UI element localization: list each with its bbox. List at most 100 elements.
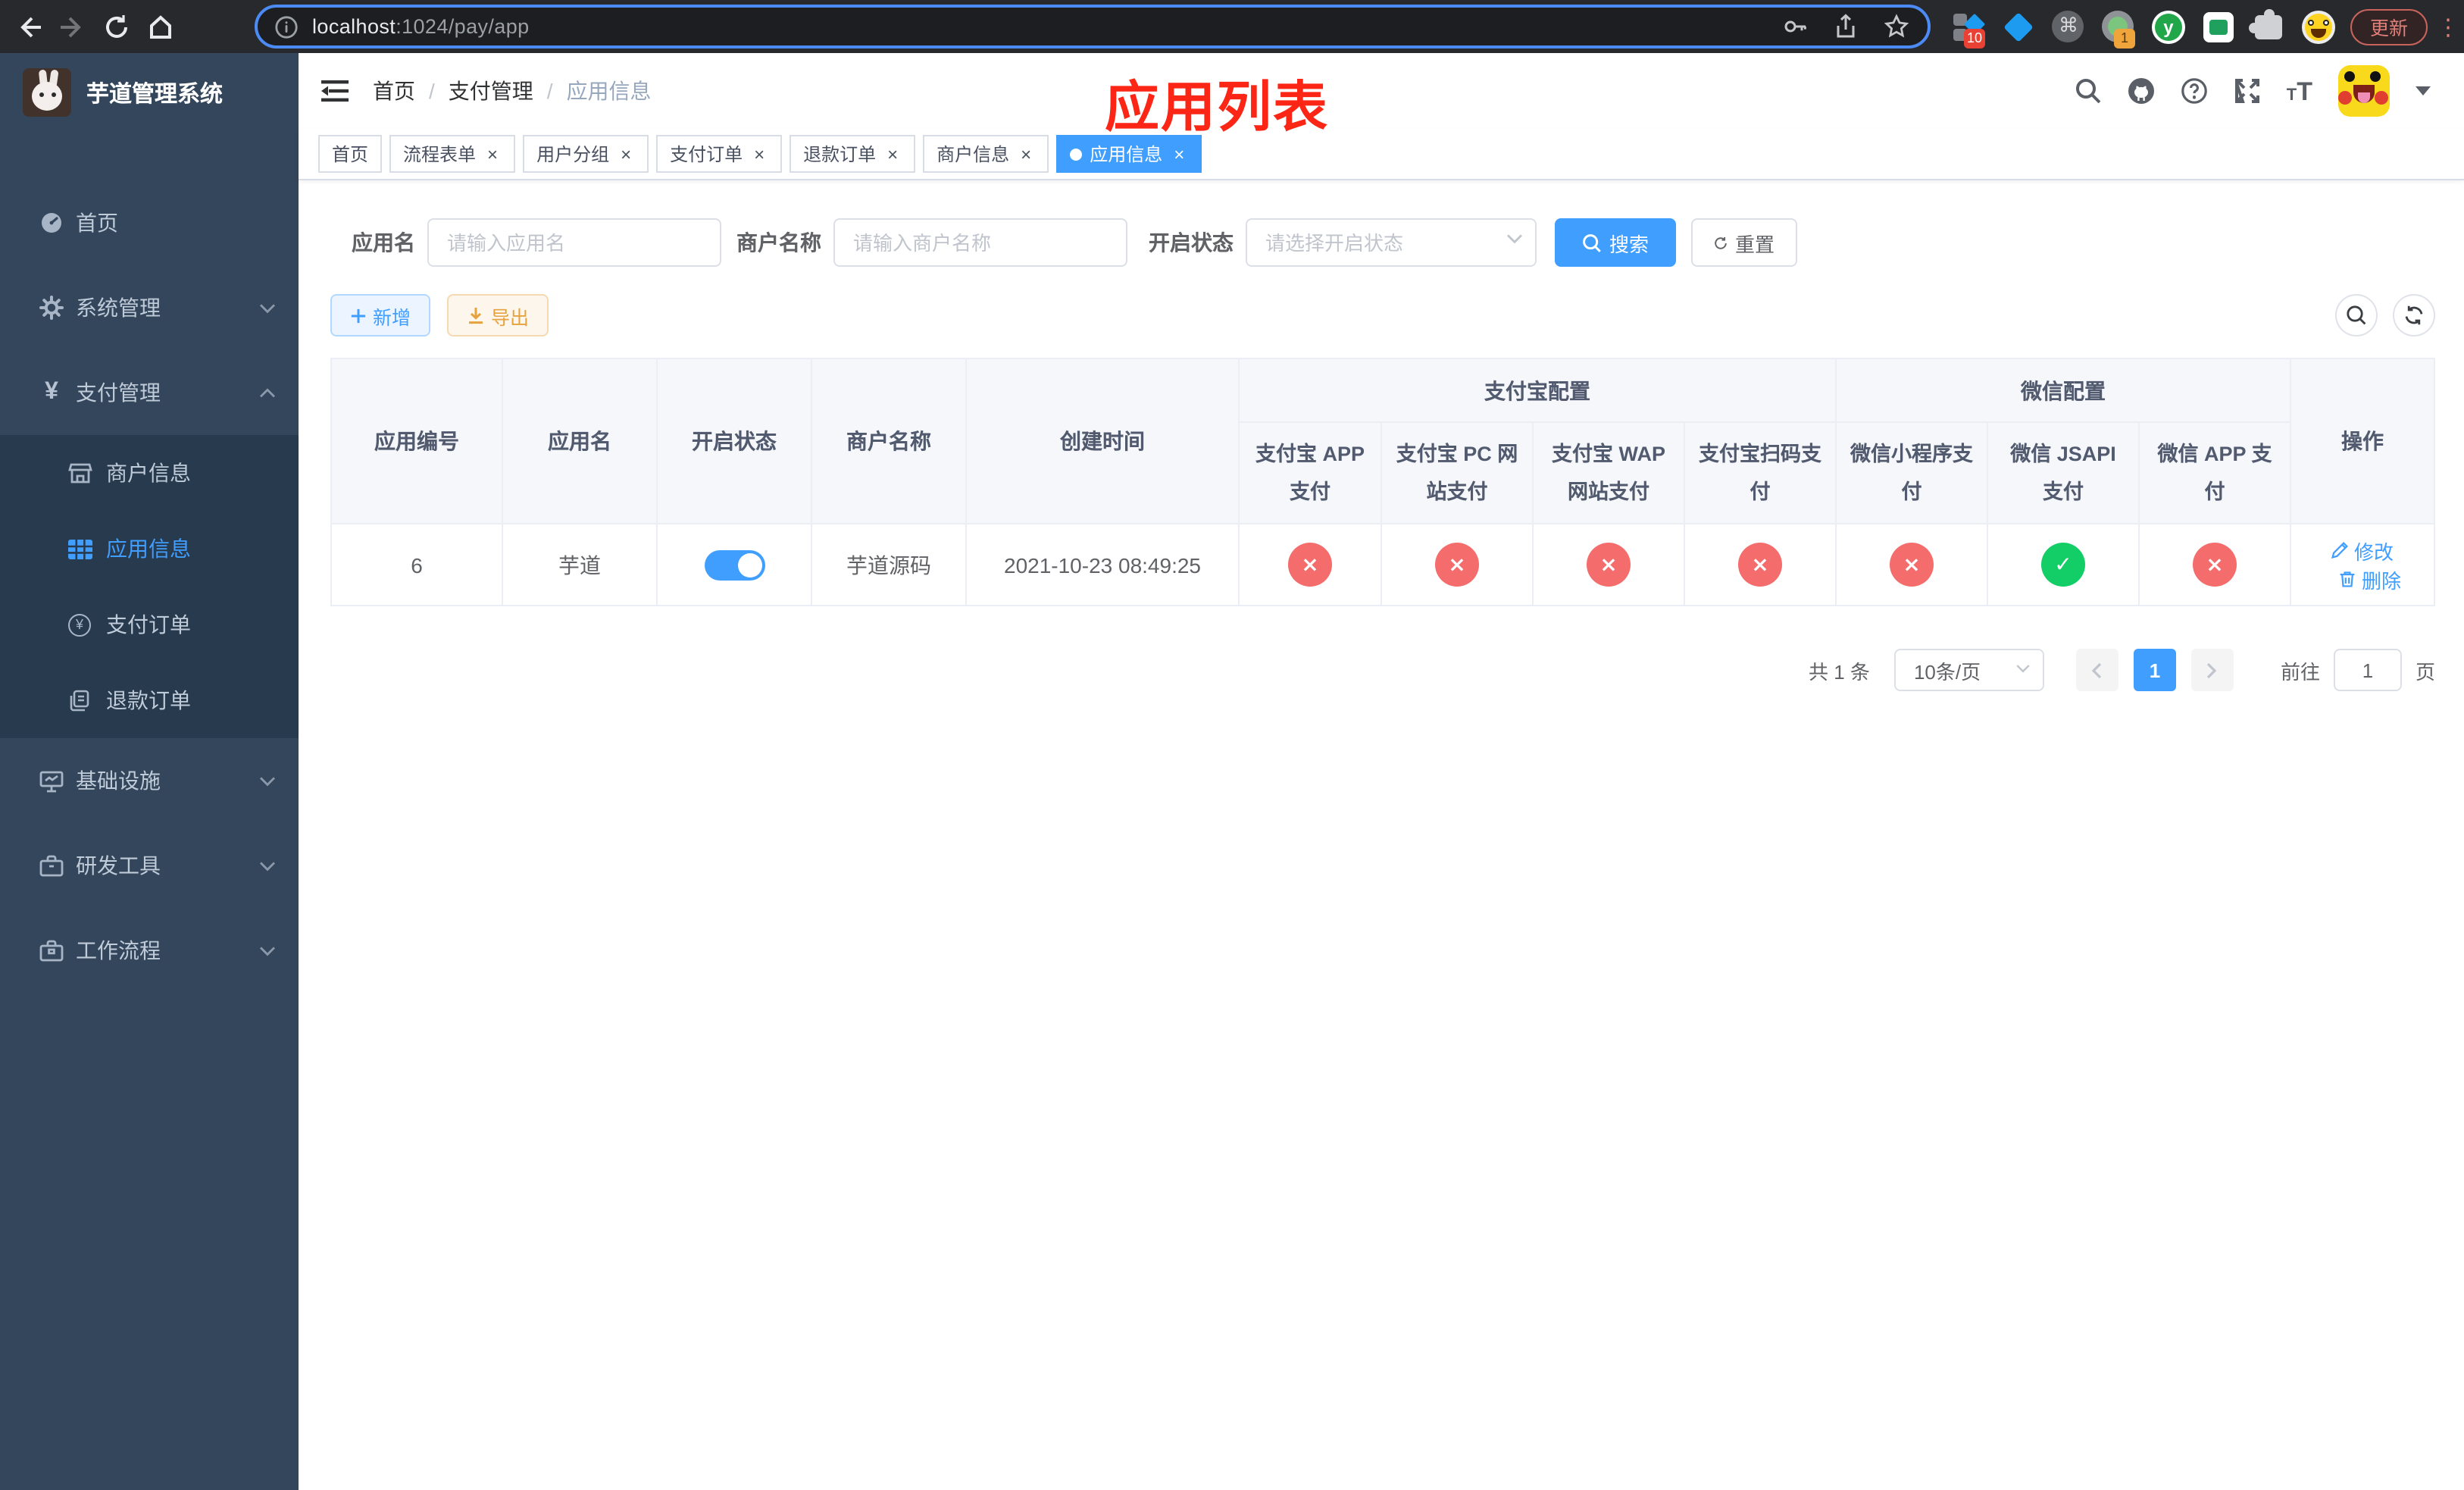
sidebar-item-app-info[interactable]: 应用信息 [0,511,299,587]
search-button-label: 搜索 [1609,233,1649,255]
url-host: localhost [312,15,396,38]
sidebar-item-home[interactable]: 首页 [0,180,299,265]
tab-close-icon[interactable]: × [1017,143,1035,164]
dashboard-icon [38,211,65,235]
url-text[interactable]: localhost:1024/pay/app [312,15,530,38]
document-copy-icon [67,689,92,712]
tab-payment-orders[interactable]: 支付订单 × [656,135,783,173]
caret-down-icon[interactable] [2416,86,2431,95]
tab-close-icon[interactable]: × [750,143,768,164]
refresh-table-button[interactable] [2393,294,2435,337]
sidebar-item-refund-orders[interactable]: 退款订单 [0,662,299,738]
add-button[interactable]: 新增 [330,294,431,337]
toggle-search-button[interactable] [2335,294,2378,337]
page-size-select[interactable]: 10条/页 [1893,649,2044,691]
tab-label: 商户信息 [937,144,1010,165]
tab-refund-orders[interactable]: 退款订单 × [790,135,916,173]
col-status: 开启状态 [656,358,812,524]
sidebar-item-label: 工作流程 [76,938,161,963]
export-button[interactable]: 导出 [447,294,549,337]
sidebar-item-label: 系统管理 [76,296,161,320]
tab-process-form[interactable]: 流程表单 × [389,135,516,173]
col-group-alipay: 支付宝配置 [1238,358,1837,423]
export-button-label: 导出 [491,307,530,328]
extension-y-icon[interactable]: y [2151,10,2185,43]
back-icon[interactable] [15,13,42,40]
sidebar-fold-icon[interactable] [321,79,349,103]
tab-label: 应用信息 [1090,144,1163,165]
bookmark-star-icon[interactable] [1884,14,1909,39]
browser-toolbar: localhost:1024/pay/app 10 ⌘ 1 y 更新 ⋮ [0,0,2464,53]
tab-merchant-info[interactable]: 商户信息 × [923,135,1049,173]
col-wx-jsapi: 微信 JSAPI 支付 [1987,421,2140,524]
app-title: 芋道管理系统 [86,81,224,107]
status-select[interactable] [1246,218,1537,267]
tab-close-icon[interactable]: × [883,143,902,164]
github-icon[interactable] [2128,77,2155,105]
tags-view-bar: 首页 流程表单 × 用户分组 × 支付订单 × 退款订单 × 商户信息 × 应用信息 × [299,129,2464,180]
profile-emoji-icon[interactable] [2301,10,2335,43]
chrome-update-button[interactable]: 更新 [2350,8,2428,45]
address-bar[interactable]: localhost:1024/pay/app [255,5,1931,49]
search-button[interactable]: 搜索 [1555,218,1676,267]
share-icon[interactable] [1834,14,1858,39]
edit-link[interactable]: 修改 [2331,536,2394,565]
sidebar-item-infrastructure[interactable]: 基础设施 [0,738,299,823]
sidebar-item-dev-tools[interactable]: 研发工具 [0,823,299,908]
prev-page-button[interactable] [2075,649,2118,691]
extension-badge: 1 [2113,28,2135,48]
font-size-icon[interactable]: TT [2287,78,2312,104]
sidebar-item-label: 支付订单 [106,612,191,637]
status-select-input[interactable] [1246,218,1537,267]
extension-chat-icon[interactable] [2202,10,2235,43]
plus-icon [351,308,366,323]
sidebar-item-payment-orders[interactable]: ¥ 支付订单 [0,587,299,662]
merchant-name-input[interactable] [833,218,1127,267]
fullscreen-icon[interactable] [2234,77,2261,105]
browser-menu-icon[interactable]: ⋮ [2437,13,2459,40]
app-logo[interactable]: 芋道管理系统 [0,53,299,132]
extensions-puzzle-icon[interactable] [2248,8,2285,43]
site-info-icon[interactable] [274,14,299,39]
home-icon[interactable] [147,13,174,40]
status-switch[interactable] [704,549,765,580]
extension-split-blue-icon[interactable]: 10 [1952,10,1986,48]
goto-label: 前往 [2280,660,2320,683]
col-merchant: 商户名称 [811,358,967,524]
user-avatar[interactable] [2338,65,2390,117]
cell-merchant: 芋道源码 [811,523,967,606]
tab-home[interactable]: 首页 [318,135,383,173]
reset-button-label: 重置 [1734,233,1775,255]
help-icon[interactable] [2181,77,2208,105]
cell-app-id: 6 [330,523,503,606]
sidebar-item-workflow[interactable]: 工作流程 [0,908,299,993]
extension-kite-icon[interactable] [2002,10,2035,43]
sidebar-item-label: 支付管理 [76,380,161,405]
alipay-pc-status-icon: × [1435,543,1479,587]
tab-close-icon[interactable]: × [1170,143,1188,164]
sidebar-item-system[interactable]: 系统管理 [0,265,299,350]
goto-page-input[interactable] [2333,649,2402,691]
apps-table: 应用编号 应用名 开启状态 商户名称 创建时间 支付宝配置 微信配置 操作 支付… [330,358,2435,606]
col-alipay-pc: 支付宝 PC 网站支付 [1381,421,1534,524]
extension-green-dot-icon[interactable]: 1 [2102,10,2135,48]
delete-link[interactable]: 删除 [2339,565,2401,593]
extension-command-icon[interactable]: ⌘ [2052,10,2085,43]
chevron-down-icon [259,302,276,313]
sidebar-item-payment[interactable]: ¥ 支付管理 [0,350,299,435]
tab-user-group[interactable]: 用户分组 × [523,135,649,173]
breadcrumb-current: 应用信息 [566,79,652,103]
tab-close-icon[interactable]: × [483,143,502,164]
tab-close-icon[interactable]: × [617,143,635,164]
app-name-input[interactable] [427,218,721,267]
search-icon[interactable] [2075,77,2102,105]
sidebar-item-merchant-info[interactable]: 商户信息 [0,435,299,511]
breadcrumb-section[interactable]: 支付管理 [449,76,533,106]
page-number-button[interactable]: 1 [2133,649,2176,691]
reset-button[interactable]: 重置 [1691,218,1797,267]
forward-icon[interactable] [59,13,86,40]
password-key-icon[interactable] [1782,14,1808,39]
reload-icon[interactable] [103,13,130,40]
breadcrumb-home[interactable]: 首页 [373,76,415,106]
next-page-button[interactable] [2190,649,2234,691]
